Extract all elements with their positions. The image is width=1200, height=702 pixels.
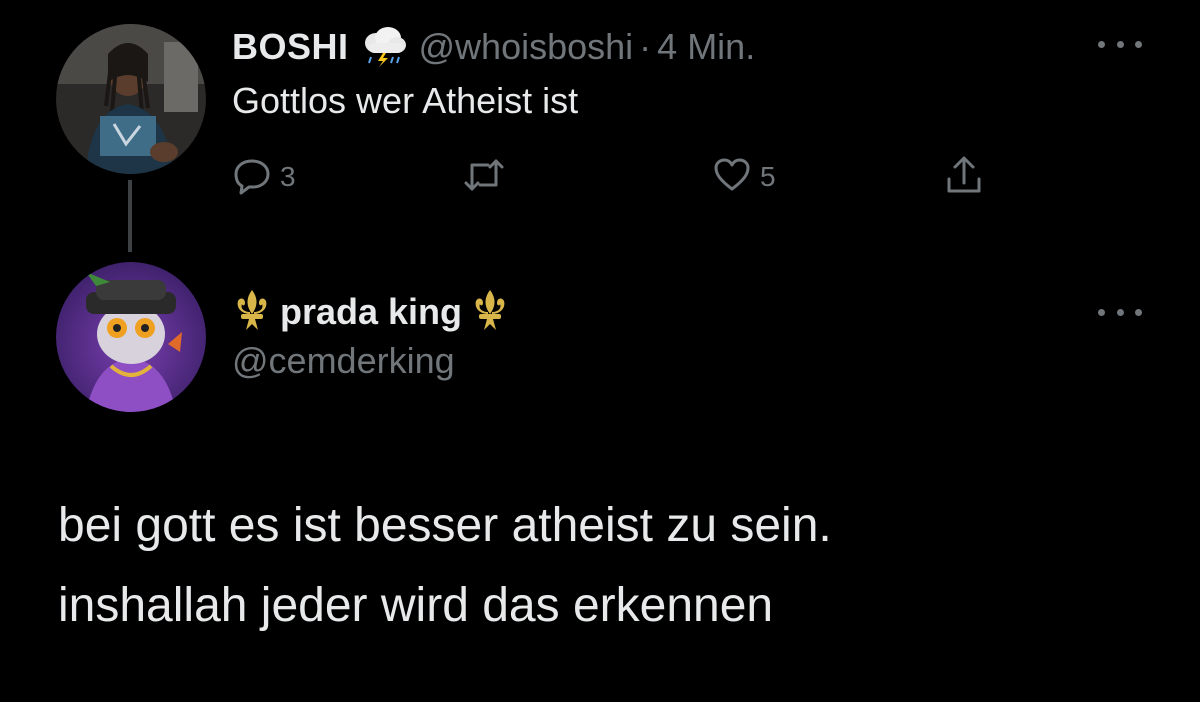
timestamp[interactable]: 4 Min. [657,26,755,68]
more-icon-dot [1135,308,1142,316]
more-icon-dot [1116,308,1124,316]
tweet-text-line: inshallah jeder wird das erkennen [58,579,774,632]
avatar[interactable] [56,24,206,174]
parent-tweet: BOSHI @whoisboshi · 4 Min. Gottlos wer A… [0,0,1200,252]
retweet-button[interactable] [462,150,506,204]
handle[interactable]: @cemderking [232,340,455,382]
display-name[interactable]: BOSHI [232,26,349,68]
reply-name-row: prada king [232,286,510,338]
thread-line [128,180,132,252]
tweet-text: Gottlos wer Atheist ist [232,80,579,121]
more-icon-dot [1135,40,1142,48]
heart-icon [712,155,752,200]
handle[interactable]: @whoisboshi [419,26,634,68]
more-options-button[interactable] [1098,302,1142,322]
separator-dot: · [639,26,652,67]
reply-icon [232,155,272,200]
fleur-de-lis-icon [232,288,272,337]
like-count: 5 [760,161,776,192]
like-button[interactable]: 5 [712,150,776,204]
cloud-storm-icon [361,27,407,67]
reply-count: 3 [280,161,296,192]
more-options-button[interactable] [1098,34,1142,54]
action-bar: 3 5 [232,150,1012,204]
more-icon-dot [1116,40,1124,48]
more-icon-dot [1098,40,1105,48]
display-name[interactable]: prada king [280,291,462,333]
tweet-text: bei gott es ist besser atheist zu sein. … [58,486,832,646]
tweet-text-line: bei gott es ist besser atheist zu sein. [58,499,832,552]
avatar[interactable] [56,262,206,412]
share-button[interactable] [944,150,984,204]
tweet-header: BOSHI @whoisboshi · 4 Min. [232,22,755,72]
more-icon-dot [1098,308,1105,316]
retweet-icon [462,155,506,200]
share-icon [944,153,984,202]
reply-button[interactable]: 3 [232,150,296,204]
fleur-de-lis-icon [470,288,510,337]
